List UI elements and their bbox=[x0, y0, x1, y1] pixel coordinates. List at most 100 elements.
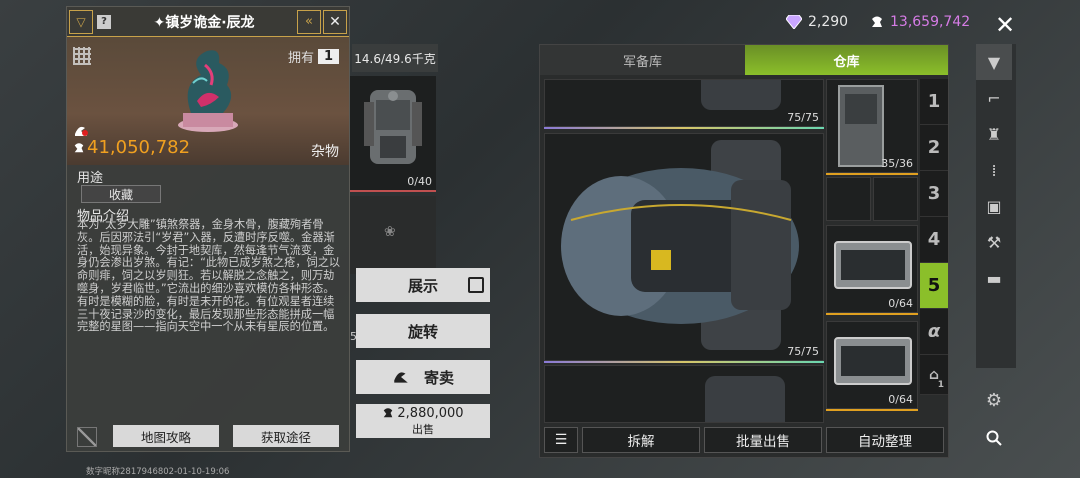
rarity-bar bbox=[544, 361, 824, 363]
tab-armory[interactable]: 军备库 bbox=[540, 45, 745, 75]
collapse-button[interactable]: ▽ bbox=[69, 9, 93, 34]
collapse-left-button[interactable]: « bbox=[297, 9, 321, 34]
page-tab-2[interactable]: 2 bbox=[920, 125, 948, 171]
help-icon[interactable]: ? bbox=[97, 14, 111, 29]
empty-slot[interactable] bbox=[826, 177, 871, 221]
category-tools[interactable]: ⚒ bbox=[976, 224, 1012, 260]
grid-icon[interactable] bbox=[73, 47, 91, 65]
ammo-box-slot[interactable]: 0/64 bbox=[826, 321, 918, 409]
consign-button[interactable]: 寄卖 bbox=[356, 360, 490, 394]
slot-count: 35/36 bbox=[881, 157, 913, 170]
sell-button[interactable]: 2,880,000 出售 bbox=[356, 404, 490, 438]
large-backpack-slot[interactable]: 75/75 bbox=[544, 133, 824, 361]
storage-tabs: 军备库 仓库 bbox=[540, 45, 948, 75]
backpack-image bbox=[701, 80, 781, 110]
dismantle-button[interactable]: 拆解 bbox=[582, 427, 700, 453]
slot-count: 75/75 bbox=[787, 345, 819, 358]
page-tab-house[interactable]: ⌂ 1 bbox=[920, 355, 948, 395]
usage-label: 用途 bbox=[77, 171, 104, 186]
equipment-case-image bbox=[838, 85, 884, 167]
backpack-icon bbox=[364, 90, 422, 164]
search-button[interactable] bbox=[976, 420, 1012, 456]
diamond-icon bbox=[786, 15, 802, 29]
frame-icon bbox=[468, 277, 484, 293]
slot-count: 75/75 bbox=[787, 111, 819, 124]
slot-count: 0/64 bbox=[888, 297, 913, 310]
gem-count: 2,290 bbox=[808, 14, 849, 30]
category-armor[interactable]: ♜ bbox=[976, 116, 1012, 152]
tab-warehouse[interactable]: 仓库 bbox=[745, 45, 948, 75]
item-image-area: 拥有 1 41,050,782 杂物 bbox=[67, 37, 349, 165]
get-method-button[interactable]: 获取途径 bbox=[233, 425, 339, 447]
map-guide-button[interactable]: 地图攻略 bbox=[113, 425, 219, 447]
category-weapon[interactable]: ⌐ bbox=[976, 80, 1012, 116]
category-sidebar: ▼ ⌐ ♜ ⁞ ▣ ⚒ ▬ bbox=[976, 44, 1016, 368]
coin-icon bbox=[74, 142, 84, 152]
storage-slot[interactable]: 75/75 bbox=[544, 79, 824, 127]
item-detail-panel: ▽ ? ✦镇岁诡金·辰龙 « ✕ 拥有 1 41,050,782 杂物 用途 收… bbox=[66, 6, 350, 452]
large-backpack-image bbox=[561, 140, 799, 350]
detail-header: ▽ ? ✦镇岁诡金·辰龙 « ✕ bbox=[67, 7, 349, 37]
price-display: 41,050,782 bbox=[73, 137, 190, 158]
paw-icon: ❀ bbox=[384, 224, 396, 240]
disabled-icon bbox=[77, 427, 97, 447]
page-tab-alpha[interactable]: α bbox=[920, 309, 948, 355]
rarity-bar bbox=[544, 127, 824, 129]
category-container[interactable]: ▬ bbox=[976, 260, 1012, 296]
rarity-bar bbox=[826, 173, 918, 175]
consign-icon bbox=[394, 372, 408, 383]
page-tab-4[interactable]: 4 bbox=[920, 217, 948, 263]
close-icon: ✕ bbox=[329, 13, 341, 30]
sell-price: 2,880,000 bbox=[397, 405, 464, 421]
armor-icon: ♜ bbox=[986, 124, 1002, 144]
owned-indicator: 拥有 1 bbox=[288, 47, 339, 66]
consign-icon bbox=[73, 123, 89, 137]
backpack-slot[interactable]: 0/40 bbox=[350, 76, 436, 192]
usage-tag: 收藏 bbox=[81, 185, 161, 203]
auto-arrange-button[interactable]: 自动整理 bbox=[826, 427, 944, 453]
warehouse-page-tabs: 1 2 3 4 5 α ⌂ 1 bbox=[920, 79, 948, 395]
sell-label: 出售 bbox=[412, 422, 434, 436]
coin-count: 13,659,742 bbox=[890, 14, 971, 30]
page-tab-1[interactable]: 1 bbox=[920, 79, 948, 125]
chevron-down-icon: ▽ bbox=[76, 14, 86, 29]
display-button[interactable]: 展示 bbox=[356, 268, 490, 302]
ammo-box-slot[interactable]: 0/64 bbox=[826, 225, 918, 313]
rotate-button[interactable]: 旋转 bbox=[356, 314, 490, 348]
consign-label: 寄卖 bbox=[423, 368, 454, 387]
display-label: 展示 bbox=[407, 276, 438, 295]
footer-id-text: 数字昵称2817946802-01-10-19:06 bbox=[86, 467, 230, 477]
double-chevron-left-icon: « bbox=[305, 14, 313, 29]
description-text: 本为“太岁大雕”镇煞祭器，金身木骨，腹藏殉者骨灰。后因邪法引“岁君”入器，反遭时… bbox=[77, 218, 341, 334]
close-detail-button[interactable]: ✕ bbox=[323, 9, 347, 34]
dragon-statue-image bbox=[178, 50, 238, 132]
item-category: 杂物 bbox=[311, 144, 339, 160]
backpack-image bbox=[705, 376, 785, 422]
ammo-icon: ⁞ bbox=[991, 160, 997, 180]
category-medical[interactable]: ▣ bbox=[976, 188, 1012, 224]
page-tab-5[interactable]: 5 bbox=[920, 263, 948, 309]
filter-button[interactable]: ▼ bbox=[976, 44, 1012, 80]
empty-slot[interactable] bbox=[873, 177, 918, 221]
page-tab-3[interactable]: 3 bbox=[920, 171, 948, 217]
ammo-box-image bbox=[834, 337, 912, 385]
category-ammo[interactable]: ⁞ bbox=[976, 152, 1012, 188]
case-slot[interactable]: 35/36 bbox=[826, 79, 918, 173]
storage-slot[interactable] bbox=[544, 365, 824, 423]
owned-count: 1 bbox=[317, 49, 339, 64]
storage-panel: 军备库 仓库 75/75 75/75 3 5/36 0/64 0/64 1 2 3… bbox=[539, 44, 949, 458]
medkit-icon: ▣ bbox=[986, 196, 1002, 216]
coin-icon bbox=[384, 408, 393, 418]
close-icon: ✕ bbox=[994, 11, 1016, 39]
sort-button[interactable]: ☰ bbox=[544, 427, 578, 453]
pistol-icon: ⌐ bbox=[987, 88, 1001, 108]
close-button[interactable]: ✕ bbox=[992, 12, 1018, 38]
gear-icon: ⚙ bbox=[985, 389, 1003, 411]
settings-button[interactable]: ⚙ bbox=[976, 382, 1012, 418]
batch-sell-button[interactable]: 批量出售 bbox=[704, 427, 822, 453]
backpack-count: 0/40 bbox=[407, 175, 432, 188]
coin-balance: 13,659,742 bbox=[870, 14, 970, 30]
hammer-icon: ⚒ bbox=[986, 232, 1002, 252]
empty-slot[interactable]: ❀ bbox=[350, 196, 436, 274]
filter-icon: ▼ bbox=[987, 52, 1001, 72]
